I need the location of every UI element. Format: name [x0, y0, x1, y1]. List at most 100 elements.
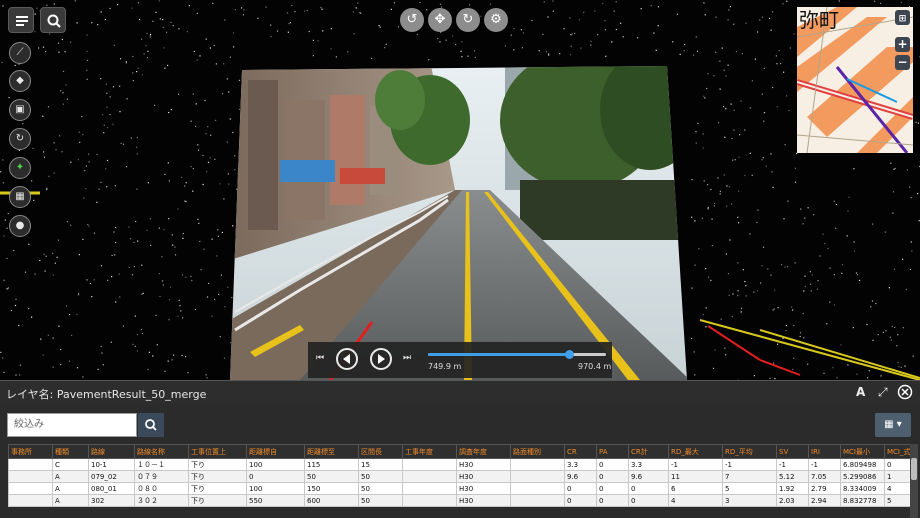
end-distance: 970.4 m [578, 362, 612, 371]
column-toggle-button[interactable]: ▦ ▾ [875, 413, 911, 437]
qr-button[interactable]: ▦ [9, 186, 31, 208]
refresh-button[interactable]: ↻ [9, 128, 31, 150]
column-header[interactable]: 距離標自 [246, 444, 305, 459]
fit-icon: ⊞ [898, 14, 907, 24]
column-header[interactable]: RD_最大 [668, 444, 723, 459]
column-header[interactable]: SV [776, 444, 809, 459]
table-cell [402, 470, 457, 483]
table-cell [510, 494, 565, 507]
settings-button[interactable]: ⚙ [484, 8, 508, 32]
distance-slider-handle[interactable] [564, 350, 574, 359]
point-cloud-viewport[interactable]: ⟋ ◆ ▣ ↻ ✦ ▦ ● ↺ ✥ ↻ ⚙ 弥町 ⊞ + − ⏮ ⏭ 749.9… [0, 0, 920, 380]
column-header[interactable]: 路面種別 [510, 444, 565, 459]
table-cell: 0 [246, 470, 305, 483]
table-cell: 6 [668, 482, 723, 495]
points-icon: ✦ [15, 162, 25, 173]
table-row[interactable]: C 10-1 １０－１ 下り 100 115 15 H30 3.3 0 3.3 -1 -1 -1 -1 6.8… [8, 458, 913, 471]
table-body: C 10-1 １０－１ 下り 100 115 15 H30 3.3 0 3.3 -1 -1 -1 -1 6.8… [8, 458, 913, 507]
expand-icon: ⤢ [878, 385, 888, 399]
attribute-table-panel: 絞込み ▦ ▾ 事務所 種類 路線 路線名称 工事位置上 距離標自 距離標至 区間長 工事年度調… [0, 404, 920, 518]
table-cell: ０７９ [134, 470, 189, 483]
table-cell: 7 [722, 470, 777, 483]
settings-icon: ⚙ [490, 12, 502, 27]
tag-button[interactable]: ◆ [9, 70, 31, 92]
filter-search-button[interactable] [138, 413, 164, 437]
table-cell: 2.79 [808, 482, 841, 495]
layers-button[interactable]: ▣ [9, 99, 31, 121]
table-scrollbar-thumb[interactable] [911, 458, 917, 480]
play-forward-button[interactable] [370, 348, 392, 370]
table-cell: -1 [668, 458, 723, 471]
column-header[interactable]: CR計 [628, 444, 669, 459]
table-cell: 0 [596, 482, 629, 495]
table-cell: 4 [668, 494, 723, 507]
column-header[interactable]: 調査年度 [456, 444, 511, 459]
orbit-button[interactable]: ↻ [456, 8, 480, 32]
tag-icon: ◆ [16, 75, 24, 86]
table-cell: 1.92 [776, 482, 809, 495]
table-cell: H30 [456, 458, 511, 471]
skip-start-button[interactable]: ⏮ [316, 353, 324, 363]
table-cell: 3 [722, 494, 777, 507]
lane-markings-overlay [0, 191, 920, 380]
table-cell: H30 [456, 470, 511, 483]
table-cell: 0 [596, 458, 629, 471]
rotate-button[interactable]: ↺ [400, 8, 424, 32]
grid-icon: ▦ ▾ [884, 419, 902, 430]
skip-end-icon: ⏭ [403, 353, 412, 363]
column-header[interactable]: 事務所 [8, 444, 53, 459]
table-cell: 0 [628, 494, 669, 507]
filter-input[interactable]: 絞込み [7, 413, 137, 437]
column-header[interactable]: 距離標至 [304, 444, 359, 459]
table-cell: 5 [884, 494, 913, 507]
table-row[interactable]: A 302 ３０２ 下り 550 600 50 H30 0 0 0 4 3 2.03 2.94 8.83277… [8, 494, 913, 507]
column-header[interactable]: IRI [808, 444, 841, 459]
column-header[interactable]: 工事位置上 [188, 444, 247, 459]
objects-button[interactable]: ● [9, 215, 31, 237]
table-cell: 5.12 [776, 470, 809, 483]
table-row[interactable]: A 079_02 ０７９ 下り 0 50 50 H30 9.6 0 9.6 11 7 5.12 7.05 5.… [8, 470, 913, 483]
table-row[interactable]: A 080_01 ０８０ 下り 100 150 50 H30 0 0 0 6 5 1.92 2.79 8.33… [8, 482, 913, 495]
minimap-zoom-out-button[interactable]: − [895, 55, 910, 70]
table-scrollbar[interactable] [910, 444, 918, 518]
minimap[interactable]: 弥町 [797, 7, 913, 153]
skip-end-button[interactable]: ⏭ [403, 353, 411, 363]
pan-icon: ✥ [434, 12, 446, 27]
search-button[interactable] [40, 7, 66, 33]
close-button[interactable] [897, 384, 913, 403]
expand-button[interactable]: ⤢ [878, 385, 888, 400]
table-cell: 0 [596, 470, 629, 483]
minimap-zoom-in-button[interactable]: + [895, 37, 910, 52]
table-cell [402, 458, 457, 471]
minimap-fit-button[interactable]: ⊞ [895, 10, 910, 25]
points-button[interactable]: ✦ [9, 157, 31, 179]
table-cell [510, 482, 565, 495]
column-header[interactable]: CR [564, 444, 597, 459]
table-cell: 11 [668, 470, 723, 483]
app-root: ⟋ ◆ ▣ ↻ ✦ ▦ ● ↺ ✥ ↻ ⚙ 弥町 ⊞ + − ⏮ ⏭ 749.9… [0, 0, 920, 518]
objects-icon: ● [15, 220, 25, 231]
column-header[interactable]: 路線名称 [134, 444, 189, 459]
table-cell: 150 [304, 482, 359, 495]
distance-slider[interactable] [428, 350, 606, 359]
column-header[interactable]: 工事年度 [402, 444, 457, 459]
font-size-button[interactable]: A [856, 385, 865, 399]
skip-start-icon: ⏮ [316, 353, 325, 363]
table-cell: 2.94 [808, 494, 841, 507]
table-cell: A [52, 470, 89, 483]
column-header[interactable]: 区間長 [358, 444, 403, 459]
column-header[interactable]: PA [596, 444, 629, 459]
table-cell: 6.809498 [840, 458, 885, 471]
table-cell: 2.03 [776, 494, 809, 507]
table-cell: 15 [358, 458, 403, 471]
pan-button[interactable]: ✥ [428, 8, 452, 32]
column-header[interactable]: MCI最小 [840, 444, 885, 459]
search-icon [145, 419, 157, 431]
menu-button[interactable] [8, 7, 34, 33]
column-header[interactable]: 種類 [52, 444, 89, 459]
column-header[interactable]: MCI_式 [884, 444, 913, 459]
column-header[interactable]: RD_平均 [722, 444, 777, 459]
measure-button[interactable]: ⟋ [9, 42, 31, 64]
play-backward-button[interactable] [336, 348, 358, 370]
column-header[interactable]: 路線 [88, 444, 135, 459]
